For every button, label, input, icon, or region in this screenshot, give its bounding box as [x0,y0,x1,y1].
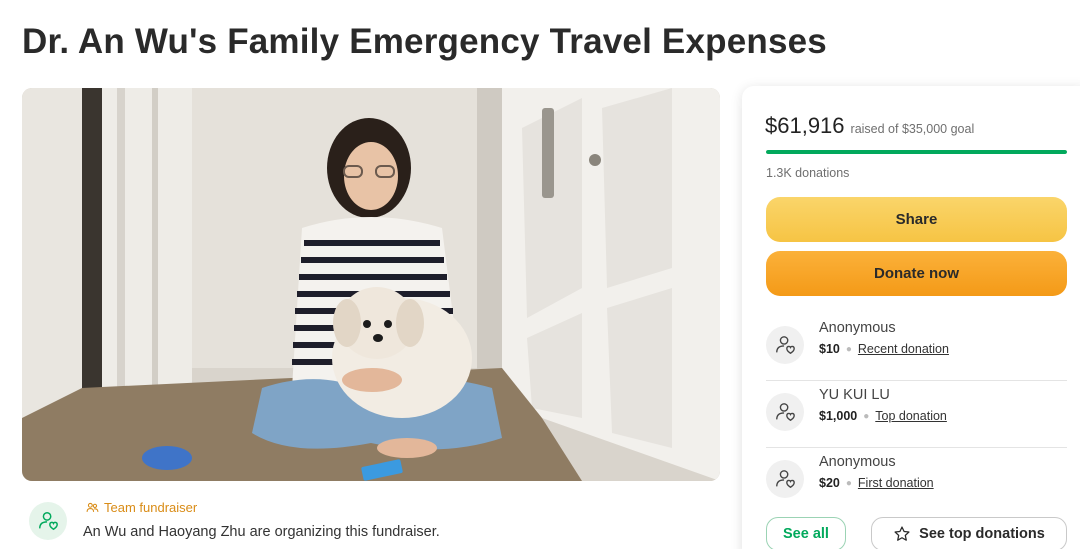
user-heart-icon [776,470,795,489]
user-heart-icon [776,403,795,422]
divider [766,447,1067,448]
organizer-text: An Wu and Haoyang Zhu are organizing thi… [83,524,440,540]
star-outline-icon [894,526,910,541]
donation-type-link[interactable]: First donation [858,476,934,490]
progress-fill [766,150,1067,154]
donation-type-link[interactable]: Top donation [875,409,947,423]
page-title: Dr. An Wu's Family Emergency Travel Expe… [22,22,827,61]
donor-name: YU KUI LU [819,387,890,403]
donate-now-button[interactable]: Donate now [766,251,1067,296]
campaign-hero-image[interactable] [22,88,720,481]
organizer-avatar[interactable] [29,502,67,540]
donor-avatar [766,460,804,498]
team-fundraiser-label: Team fundraiser [104,500,198,515]
donations-count: 1.3K donations [766,166,850,180]
separator-dot: ● [863,410,870,422]
raised-goal-text: raised of $35,000 goal [850,122,975,136]
donor-avatar [766,326,804,364]
donation-meta: $20 ● First donation [819,476,934,490]
separator-dot: ● [845,477,852,489]
donation-amount: $1,000 [819,409,858,423]
team-icon [86,502,99,512]
separator-dot: ● [845,343,852,355]
donation-meta: $1,000 ● Top donation [819,409,947,423]
see-top-donations-button[interactable]: See top donations [871,517,1067,549]
raised-amount: $61,916 [765,113,845,138]
donation-amount: $10 [819,342,840,356]
progress-bar [766,150,1067,154]
user-heart-icon [39,512,58,531]
donation-amount: $20 [819,476,840,490]
donation-type-link[interactable]: Recent donation [858,342,949,356]
see-top-donations-label: See top donations [919,526,1045,542]
share-button[interactable]: Share [766,197,1067,242]
user-heart-icon [776,336,795,355]
donation-meta: $10 ● Recent donation [819,342,949,356]
team-fundraiser-badge: Team fundraiser [86,500,197,515]
divider [766,380,1067,381]
raised-summary: $61,916 raised of $35,000 goal [765,113,974,139]
donor-name: Anonymous [819,320,896,336]
donor-name: Anonymous [819,454,896,470]
see-all-button[interactable]: See all [766,517,846,549]
donor-avatar [766,393,804,431]
